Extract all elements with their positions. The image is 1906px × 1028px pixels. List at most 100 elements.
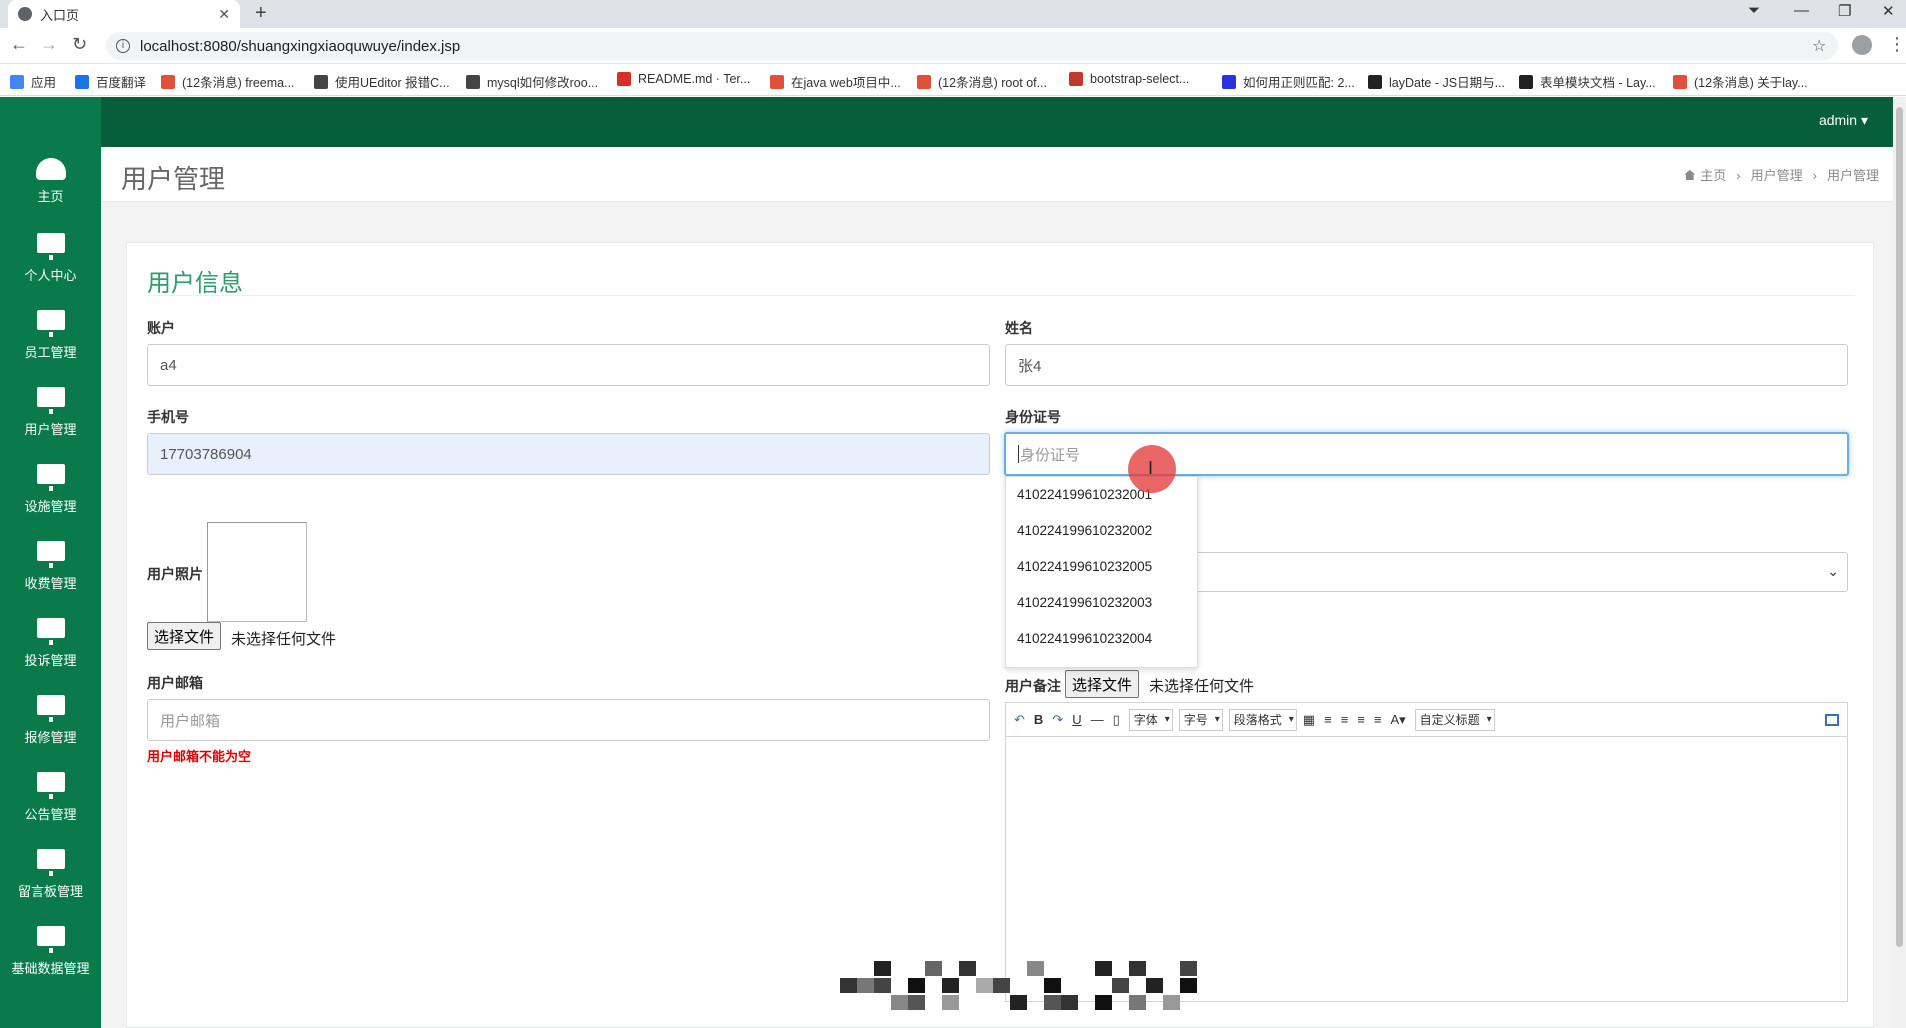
info-icon[interactable]: i bbox=[116, 39, 130, 53]
bookmark-item[interactable]: README.md · Ter... bbox=[617, 72, 750, 86]
bookmark-label: 在java web项目中... bbox=[791, 76, 901, 90]
autocomplete-option[interactable]: 410224199610232005 bbox=[1006, 549, 1197, 585]
bold-icon[interactable]: B bbox=[1034, 712, 1043, 727]
window-close-icon[interactable]: ✕ bbox=[1882, 2, 1895, 20]
sidebar-item[interactable]: 员工管理 bbox=[0, 310, 101, 384]
email-input[interactable]: 用户邮箱 bbox=[147, 699, 990, 741]
back-icon[interactable]: ← bbox=[10, 34, 28, 55]
minimize-icon[interactable]: — bbox=[1794, 2, 1809, 19]
bookmark-label: layDate - JS日期与... bbox=[1389, 76, 1505, 90]
phone-label: 手机号 bbox=[147, 409, 189, 425]
bookmark-item[interactable]: (12条消息) 关于lay... bbox=[1673, 72, 1808, 91]
monitor-icon bbox=[36, 541, 65, 568]
sidebar-item[interactable]: 主页 bbox=[0, 156, 101, 230]
card-title: 用户信息 bbox=[147, 270, 243, 297]
font-color-icon[interactable]: A▾ bbox=[1390, 712, 1405, 728]
sidebar-item[interactable]: 基础数据管理 bbox=[0, 926, 101, 1000]
bookmarks-bar: 应用 百度翻译 (12条消息) freema... 使用UEditor 报错C... m… bbox=[0, 64, 1906, 96]
sidebar-item[interactable]: 用户管理 bbox=[0, 387, 101, 461]
sidebar-item-label: 留言板管理 bbox=[17, 884, 83, 899]
bookmark-label: (12条消息) freema... bbox=[182, 76, 295, 90]
bookmark-favicon-icon bbox=[161, 74, 175, 89]
bookmark-item[interactable]: bootstrap-select... bbox=[1069, 72, 1189, 86]
align-justify-icon[interactable]: ≡ bbox=[1374, 712, 1382, 727]
note-file-button[interactable]: 选择文件 bbox=[1065, 670, 1140, 698]
bookmark-item[interactable]: 表单模块文档 - Lay... bbox=[1519, 72, 1656, 91]
note-label: 用户备注 bbox=[1005, 678, 1061, 694]
align-left-icon[interactable]: ≡ bbox=[1324, 712, 1332, 727]
bookmark-label: 表单模块文档 - Lay... bbox=[1540, 76, 1656, 90]
bookmark-item[interactable]: layDate - JS日期与... bbox=[1368, 72, 1505, 91]
divider bbox=[147, 295, 1855, 296]
bookmark-star-icon[interactable]: ☆ bbox=[1812, 36, 1826, 56]
new-tab-icon[interactable]: + bbox=[255, 2, 267, 25]
forward-icon[interactable]: → bbox=[40, 34, 58, 55]
bookmark-favicon-icon bbox=[1519, 74, 1533, 89]
redo-icon[interactable]: ↷ bbox=[1052, 712, 1063, 728]
sidebar-item-label: 投诉管理 bbox=[24, 653, 77, 668]
bookmark-item[interactable]: (12条消息) root of... bbox=[917, 72, 1047, 91]
autocomplete-option[interactable]: 410224199610232004 bbox=[1006, 621, 1197, 657]
monitor-icon bbox=[36, 695, 65, 722]
bookmark-item[interactable]: 百度翻译 bbox=[75, 72, 146, 91]
close-icon[interactable]: ✕ bbox=[218, 6, 230, 23]
align-center-icon[interactable]: ≡ bbox=[1357, 712, 1365, 727]
reload-icon[interactable]: ↻ bbox=[72, 34, 87, 55]
user-menu[interactable]: admin ▾ bbox=[1819, 112, 1868, 129]
bookmark-item[interactable]: 如何用正则匹配: 2... bbox=[1222, 72, 1355, 91]
custom-title-select[interactable]: 自定义标题 bbox=[1414, 708, 1495, 731]
undo-icon[interactable]: ↶ bbox=[1014, 712, 1025, 728]
sidebar-item[interactable]: 留言板管理 bbox=[0, 849, 101, 923]
fullscreen-icon[interactable] bbox=[1825, 713, 1839, 726]
restore-icon[interactable]: ❐ bbox=[1838, 2, 1851, 20]
bookmark-item[interactable]: mysql如何修改roo... bbox=[466, 72, 598, 91]
sidebar-item-label: 个人中心 bbox=[24, 268, 77, 283]
bookmark-item[interactable]: 在java web项目中... bbox=[770, 72, 901, 91]
breadcrumb-current: 用户管理 bbox=[1826, 168, 1879, 183]
scrollbar-thumb[interactable] bbox=[1896, 107, 1903, 947]
idcard-placeholder: 身份证号 bbox=[1020, 446, 1081, 464]
sidebar-item[interactable]: 报修管理 bbox=[0, 695, 101, 769]
breadcrumb-item[interactable]: 用户管理 bbox=[1751, 168, 1803, 183]
monitor-icon bbox=[36, 618, 65, 645]
bookmark-favicon-icon bbox=[1222, 74, 1236, 89]
bookmark-item[interactable]: (12条消息) freema... bbox=[161, 72, 295, 91]
sidebar-item[interactable]: 设施管理 bbox=[0, 464, 101, 538]
profile-dropdown-icon[interactable]: ⏷ bbox=[1748, 2, 1760, 19]
font-family-select[interactable]: 字体 bbox=[1128, 708, 1173, 731]
autocomplete-option[interactable]: 410224199610232002 bbox=[1006, 513, 1197, 549]
phone-input[interactable]: 17703786904 bbox=[147, 433, 990, 475]
photo-file-status: 未选择任何文件 bbox=[231, 631, 337, 648]
account-icon[interactable] bbox=[1852, 35, 1872, 55]
sidebar-item[interactable]: 公告管理 bbox=[0, 772, 101, 846]
mosaic-image bbox=[840, 955, 1197, 1017]
breadcrumb-home[interactable]: 主页 bbox=[1700, 168, 1726, 183]
underline-icon[interactable]: U bbox=[1072, 712, 1081, 727]
url-input[interactable]: i localhost:8080/shuangxingxiaoquwuye/in… bbox=[106, 32, 1838, 60]
browser-tab[interactable]: 入口页 ✕ bbox=[8, 0, 240, 28]
menu-kebab-icon[interactable]: ⋮ bbox=[1888, 34, 1906, 55]
name-input[interactable]: 张4 bbox=[1005, 344, 1848, 386]
sidebar-item-label: 设施管理 bbox=[24, 499, 77, 514]
sidebar-item-label: 公告管理 bbox=[24, 807, 77, 822]
globe-icon bbox=[18, 7, 32, 21]
bookmark-apps[interactable]: 应用 bbox=[10, 72, 56, 91]
page-scrollbar[interactable] bbox=[1893, 97, 1906, 1028]
sidebar-item[interactable]: 投诉管理 bbox=[0, 618, 101, 692]
align-right-icon[interactable]: ≡ bbox=[1341, 712, 1349, 727]
horizontal-rule-icon[interactable]: — bbox=[1091, 712, 1104, 727]
photo-file-button[interactable]: 选择文件 bbox=[147, 622, 222, 650]
bookmark-favicon-icon bbox=[1368, 74, 1382, 89]
font-size-select[interactable]: 字号 bbox=[1178, 708, 1223, 731]
name-value: 张4 bbox=[1018, 357, 1042, 375]
autocomplete-option[interactable]: 410224199610232003 bbox=[1006, 585, 1197, 621]
account-input[interactable]: a4 bbox=[147, 344, 990, 386]
sidebar-item[interactable]: 个人中心 bbox=[0, 233, 101, 307]
bookmark-label: mysql如何修改roo... bbox=[487, 76, 599, 90]
paragraph-select[interactable]: 段落格式 bbox=[1228, 708, 1297, 731]
bookmark-item[interactable]: 使用UEditor 报错C... bbox=[314, 72, 450, 91]
page-icon[interactable]: ▯ bbox=[1113, 712, 1120, 728]
sidebar-item[interactable]: 收费管理 bbox=[0, 541, 101, 615]
table-icon[interactable]: ▦ bbox=[1303, 712, 1315, 728]
bookmark-favicon-icon bbox=[917, 74, 931, 89]
